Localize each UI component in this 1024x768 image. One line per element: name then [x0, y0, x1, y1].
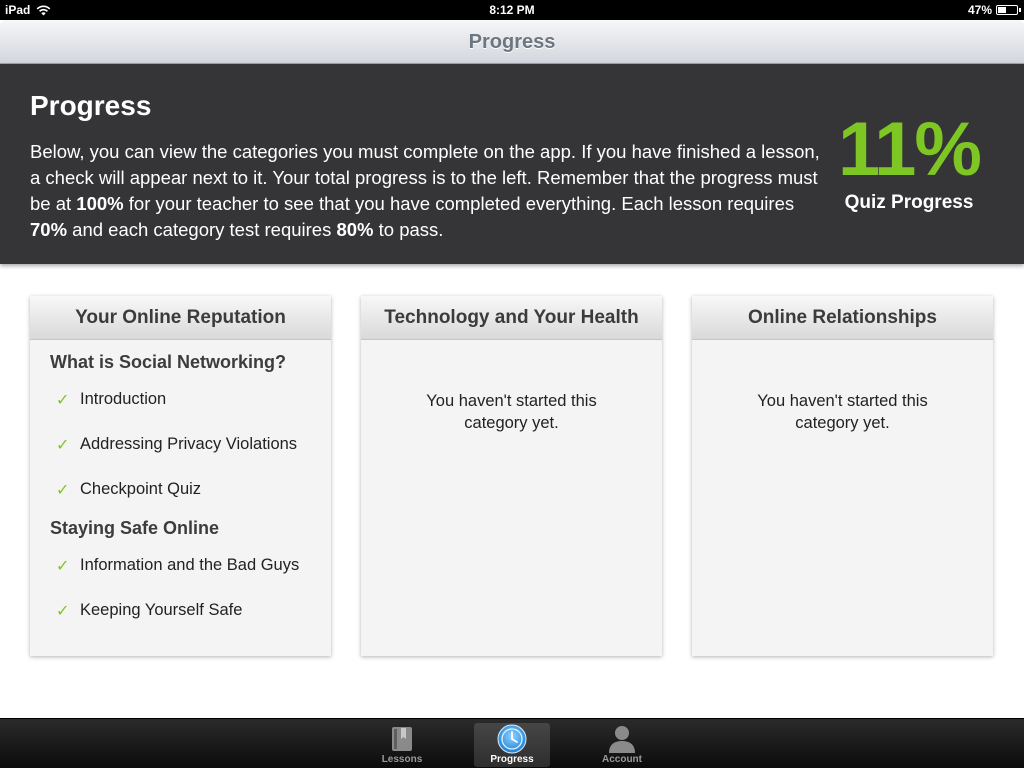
nav-title: Progress — [468, 31, 556, 53]
instructions-part-2: for your teacher to see that you have co… — [123, 193, 795, 214]
lesson-label: Keeping Yourself Safe — [80, 601, 243, 619]
lesson-item[interactable]: ✓ Information and the Bad Guys — [30, 543, 331, 588]
battery-fill — [998, 7, 1007, 13]
section-title: Staying Safe Online — [50, 518, 220, 538]
category-card-technology-health: Technology and Your Health You haven't s… — [361, 296, 662, 656]
progress-header-panel: Progress Below, you can view the categor… — [0, 64, 1024, 264]
battery-icon — [996, 5, 1021, 15]
lesson-pass-value: 70% — [30, 219, 68, 240]
section-title: What is Social Networking? — [50, 352, 287, 372]
test-pass-value: 80% — [336, 219, 374, 240]
status-bar: iPad 8:12 PM 47% — [0, 0, 1024, 20]
tab-label: Account — [602, 754, 642, 765]
check-icon: ✓ — [56, 602, 70, 620]
category-title: Online Relationships — [692, 296, 993, 340]
lesson-label: Addressing Privacy Violations — [80, 435, 298, 453]
status-right: 47% — [967, 3, 1021, 17]
book-icon — [392, 727, 412, 751]
quiz-progress-percent: 11% — [838, 107, 982, 192]
lesson-item[interactable]: ✓ Introduction — [30, 377, 331, 422]
required-progress-value: 100% — [76, 193, 124, 214]
tab-bar: Lessons Progress Account — [0, 718, 1024, 768]
tab-lessons[interactable]: Lessons — [364, 723, 440, 767]
tab-label: Lessons — [381, 754, 423, 765]
lesson-label: Introduction — [80, 390, 167, 408]
category-title: Your Online Reputation — [30, 296, 331, 340]
person-icon — [609, 726, 635, 753]
instructions-text: Below, you can view the categories you m… — [30, 139, 830, 243]
lesson-label: Information and the Bad Guys — [80, 556, 300, 574]
clock-text: 8:12 PM — [489, 3, 535, 17]
tab-progress[interactable]: Progress — [474, 723, 550, 767]
tab-label: Progress — [490, 754, 534, 765]
category-card-online-relationships: Online Relationships You haven't started… — [692, 296, 993, 656]
check-icon: ✓ — [56, 436, 70, 454]
category-card-online-reputation: Your Online Reputation What is Social Ne… — [30, 296, 331, 656]
check-icon: ✓ — [56, 391, 70, 409]
lesson-item[interactable]: ✓ Addressing Privacy Violations — [30, 422, 331, 467]
lesson-label: Checkpoint Quiz — [80, 480, 202, 498]
lesson-item[interactable]: ✓ Keeping Yourself Safe — [30, 588, 331, 633]
quiz-progress-box: 11% Quiz Progress — [832, 112, 986, 214]
check-icon: ✓ — [56, 481, 70, 499]
not-started-message: You haven't started this category yet. — [757, 392, 928, 432]
instructions-part-4: to pass. — [373, 219, 444, 240]
navigation-bar: Progress — [0, 20, 1024, 64]
category-title: Technology and Your Health — [361, 296, 662, 340]
tab-account[interactable]: Account — [584, 723, 660, 767]
clock-icon — [497, 724, 527, 754]
not-started-message: You haven't started this category yet. — [426, 392, 597, 432]
quiz-progress-label: Quiz Progress — [844, 192, 974, 213]
instructions-part-3: and each category test requires — [67, 219, 337, 240]
battery-percent: 47% — [967, 3, 992, 17]
page-title: Progress — [30, 90, 152, 121]
check-icon: ✓ — [56, 557, 70, 575]
lesson-item[interactable]: ✓ Checkpoint Quiz — [30, 467, 331, 512]
